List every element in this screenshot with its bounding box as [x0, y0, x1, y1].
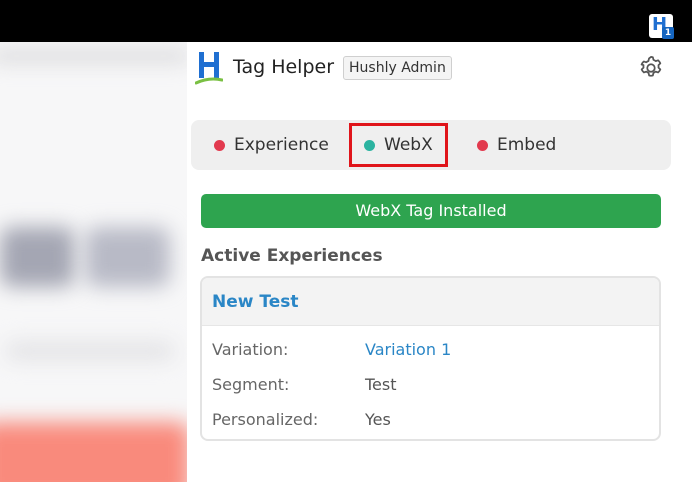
tab-label: WebX: [384, 135, 433, 155]
experience-card-header: New Test: [202, 278, 659, 326]
tab-embed[interactable]: Embed: [477, 120, 556, 170]
tab-label: Experience: [234, 135, 329, 155]
blurred-shape: [85, 227, 170, 287]
segment-value: Test: [365, 375, 397, 394]
status-dot-icon: [364, 139, 375, 151]
hushly-logo-icon: [195, 52, 223, 85]
tab-experience[interactable]: Experience: [214, 120, 329, 170]
active-experiences-heading: Active Experiences: [201, 246, 383, 266]
status-dot-icon: [477, 139, 488, 151]
tab-webx[interactable]: WebX: [349, 123, 448, 167]
tag-helper-popup: Tag Helper Hushly Admin Experience WebX …: [187, 42, 692, 482]
personalized-value: Yes: [365, 410, 391, 429]
hushly-extension-icon[interactable]: H 1: [649, 14, 674, 39]
gear-icon[interactable]: [637, 54, 665, 82]
tag-installed-status-button[interactable]: WebX Tag Installed: [201, 194, 661, 228]
experience-name-link[interactable]: New Test: [212, 292, 299, 312]
tab-bar: Experience WebX Embed: [191, 120, 671, 170]
experience-card: New Test Variation: Variation 1 Segment:…: [200, 276, 661, 441]
blurred-shape: [0, 422, 187, 482]
variation-label: Variation:: [212, 340, 289, 359]
extension-badge: 1: [662, 27, 674, 39]
segment-label: Segment:: [212, 375, 290, 394]
tab-label: Embed: [497, 135, 557, 155]
blurred-background-page: [0, 42, 187, 482]
variation-link[interactable]: Variation 1: [365, 340, 451, 359]
status-dot-icon: [214, 139, 225, 151]
account-badge: Hushly Admin: [343, 56, 452, 80]
blurred-shape: [5, 342, 175, 360]
browser-toolbar: H 1: [0, 0, 692, 42]
personalized-label: Personalized:: [212, 410, 319, 429]
blurred-bar: [0, 50, 187, 62]
blurred-shape: [0, 227, 75, 287]
app-title: Tag Helper: [233, 56, 335, 78]
